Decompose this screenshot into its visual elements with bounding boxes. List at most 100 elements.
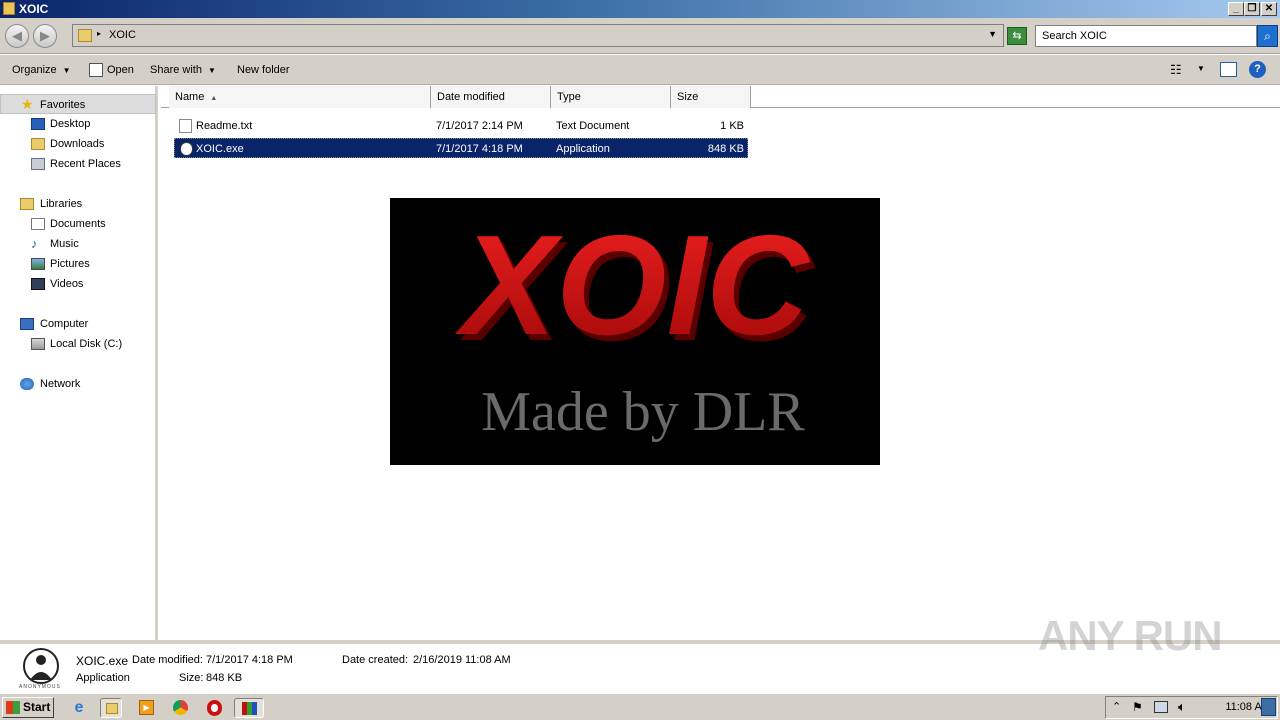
file-row-selected[interactable]: XOIC.exe 7/1/2017 4:18 PM Application 84… <box>174 138 748 158</box>
start-button[interactable]: Start <box>2 697 54 718</box>
file-type: Application <box>556 143 610 155</box>
play-icon: ▶ <box>139 700 154 715</box>
nav-network[interactable]: Network <box>0 374 156 394</box>
music-icon: ♪ <box>31 236 38 251</box>
file-date: 7/1/2017 2:14 PM <box>436 120 523 132</box>
navigation-pane: ★ Favorites Desktop Downloads Recent Pla… <box>0 86 158 640</box>
column-header-date-modified[interactable]: Date modified <box>431 86 551 108</box>
nav-label: Libraries <box>40 198 83 210</box>
show-desktop-button[interactable] <box>1261 698 1276 716</box>
splash-graphic: XOIC XOIC Made by DLR <box>454 206 816 443</box>
explorer-taskbar-button[interactable] <box>100 698 122 718</box>
nav-label: Computer <box>40 318 89 330</box>
search-icon[interactable]: ⌕ <box>1257 25 1278 47</box>
new-folder-button[interactable]: New folder <box>237 64 290 76</box>
nav-music[interactable]: ♪ Music <box>0 234 156 254</box>
address-bar-area: ◀ ▶ ▸ XOIC ▼ ⇆ Search XOIC ⌕ <box>0 18 1280 54</box>
network-icon[interactable] <box>1154 701 1168 713</box>
text-file-icon <box>179 119 192 133</box>
file-date: 7/1/2017 4:18 PM <box>436 143 523 155</box>
nav-documents[interactable]: Documents <box>0 214 156 234</box>
share-with-button[interactable]: Share with ▼ <box>150 64 216 76</box>
computer-icon <box>20 318 34 330</box>
file-name: Readme.txt <box>196 120 253 132</box>
nav-label: Favorites <box>40 99 86 111</box>
restore-button[interactable]: ❐ <box>1244 2 1260 16</box>
opera-icon[interactable] <box>204 698 226 718</box>
organize-label: Organize <box>12 64 57 76</box>
back-button[interactable]: ◀ <box>5 24 29 48</box>
banner-subtitle: Made by DLR <box>481 381 805 443</box>
chrome-logo-icon <box>173 700 188 715</box>
hard-disk-icon <box>31 338 45 350</box>
title-bar: XOIC _ ❐ ✕ <box>0 0 1280 18</box>
file-size: 1 KB <box>720 120 744 132</box>
nav-desktop[interactable]: Desktop <box>0 114 156 134</box>
volume-icon[interactable]: 🔈︎ <box>1178 699 1186 715</box>
folder-icon <box>78 29 92 42</box>
desktop-icon <box>31 118 45 130</box>
forward-button[interactable]: ▶ <box>33 24 57 48</box>
breadcrumb-path[interactable]: XOIC <box>109 29 136 41</box>
search-input[interactable]: Search XOIC <box>1035 25 1257 47</box>
nav-downloads[interactable]: Downloads <box>0 134 156 154</box>
details-size-label: Size: <box>179 672 204 684</box>
nav-label: Recent Places <box>50 158 121 170</box>
details-type: Application <box>76 672 130 684</box>
windows-logo-icon <box>6 701 20 714</box>
close-button[interactable]: ✕ <box>1261 2 1277 16</box>
downloads-icon <box>31 138 45 150</box>
share-with-label: Share with <box>150 64 202 76</box>
nav-computer[interactable]: Computer <box>0 314 156 334</box>
window-title: XOIC <box>19 2 49 16</box>
organize-button[interactable]: Organize ▼ <box>12 64 71 76</box>
column-header-size[interactable]: Size <box>671 86 751 108</box>
breadcrumb-chevron-icon[interactable]: ▸ <box>97 29 101 38</box>
videos-icon <box>31 278 45 290</box>
watermark: ANY RUN <box>1038 612 1223 659</box>
chevron-down-icon[interactable]: ▼ <box>1197 64 1205 73</box>
view-options-icon[interactable]: ☷ <box>1170 62 1182 78</box>
file-size: 848 KB <box>707 143 744 155</box>
nav-label: Documents <box>50 218 106 230</box>
icon-caption: ANONYMOUS <box>19 684 61 690</box>
details-date-created-label: Date created: <box>342 654 409 666</box>
file-row[interactable]: Readme.txt 7/1/2017 2:14 PM Text Documen… <box>174 116 748 136</box>
banner-title: XOIC <box>454 206 811 365</box>
details-size: 848 KB <box>206 672 243 684</box>
media-player-icon[interactable]: ▶ <box>136 698 158 718</box>
command-bar: Organize ▼ Open Share with ▼ New folder ☷ … <box>0 55 1280 85</box>
start-label: Start <box>23 700 51 714</box>
folder-icon <box>106 703 118 714</box>
documents-icon <box>31 218 45 230</box>
column-header-bar: Name ▲ Date modified Type Size <box>161 86 1280 108</box>
address-box[interactable]: ▸ XOIC ▼ <box>72 24 1004 47</box>
chevron-down-icon[interactable]: ▼ <box>988 29 997 39</box>
column-header-type[interactable]: Type <box>551 86 671 108</box>
nav-favorites[interactable]: ★ Favorites <box>0 94 156 114</box>
nav-libraries[interactable]: Libraries <box>0 194 156 214</box>
nav-local-disk[interactable]: Local Disk (C:) <box>0 334 156 354</box>
network-icon <box>20 378 34 390</box>
pictures-icon <box>31 258 45 270</box>
minimize-button[interactable]: _ <box>1228 2 1244 16</box>
help-icon[interactable]: ? <box>1249 61 1266 78</box>
nav-recent-places[interactable]: Recent Places <box>0 154 156 174</box>
open-button[interactable]: Open <box>107 64 134 76</box>
xoic-taskbar-button[interactable] <box>234 698 264 718</box>
internet-explorer-icon[interactable]: e <box>68 698 90 718</box>
chrome-icon[interactable] <box>170 698 192 718</box>
refresh-button[interactable]: ⇆ <box>1007 27 1027 45</box>
preview-pane-icon[interactable] <box>1220 62 1237 77</box>
nav-pictures[interactable]: Pictures <box>0 254 156 274</box>
action-center-flag-icon[interactable]: ⚑ <box>1132 700 1143 714</box>
nav-label: Videos <box>50 278 84 290</box>
column-header-name[interactable]: Name ▲ <box>169 86 431 108</box>
chevron-down-icon: ▼ <box>62 66 71 75</box>
star-icon: ★ <box>21 96 34 112</box>
anonymous-app-icon <box>180 142 193 156</box>
nav-videos[interactable]: Videos <box>0 274 156 294</box>
system-tray: ⌃ ⚑ 🔈︎ 11:08 AM <box>1105 696 1278 719</box>
nav-label: Pictures <box>50 258 90 270</box>
show-hidden-icons-icon[interactable]: ⌃ <box>1112 700 1121 713</box>
